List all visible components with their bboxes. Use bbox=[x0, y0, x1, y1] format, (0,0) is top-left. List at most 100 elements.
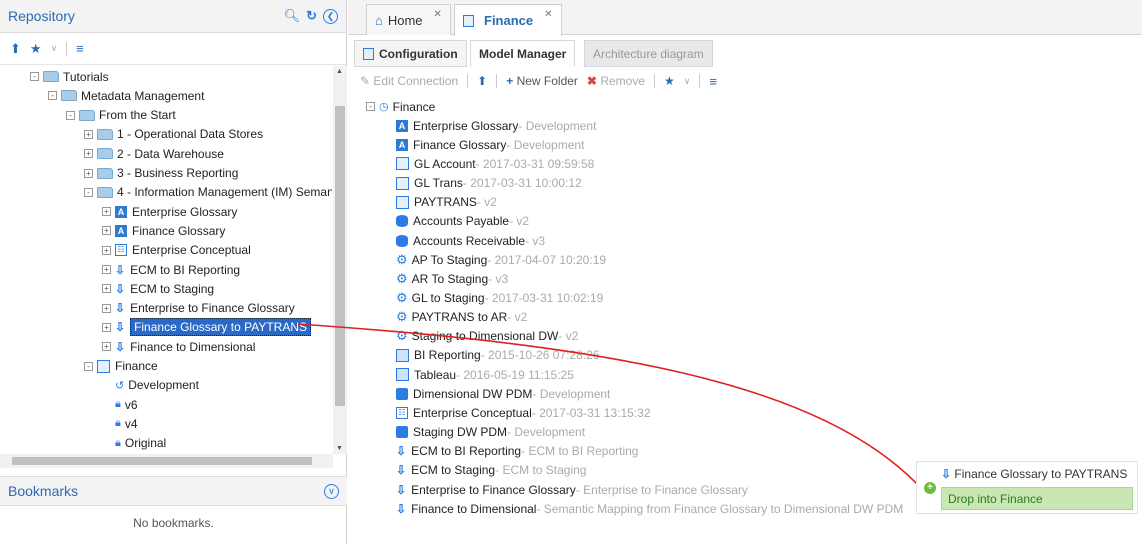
tree-item[interactable]: + A Finance Glossary bbox=[102, 221, 225, 240]
tab-finance[interactable]: Finance ✕ bbox=[454, 4, 562, 36]
tree-item[interactable]: +3 - Business Reporting bbox=[84, 164, 238, 183]
expand-icon[interactable]: + bbox=[84, 168, 93, 178]
model-item[interactable]: ⇩ ECM to Staging - ECM to Staging bbox=[396, 461, 586, 480]
tree-item[interactable]: + ☷ Enterprise Conceptual bbox=[102, 241, 251, 260]
tree-item[interactable]: + ⇩ ECM to BI Reporting bbox=[102, 260, 240, 279]
tab-model-manager[interactable]: Model Manager bbox=[470, 40, 576, 67]
tree-item[interactable]: - From the Start bbox=[66, 106, 176, 125]
expand-icon[interactable]: + bbox=[102, 245, 111, 255]
model-item[interactable]: Dimensional DW PDM - Development bbox=[396, 384, 610, 403]
vertical-scrollbar[interactable]: ▲ ▼ bbox=[333, 66, 347, 454]
tree-item[interactable]: +1 - Operational Data Stores bbox=[84, 125, 263, 144]
tree-item[interactable]: + ⇩ Finance to Dimensional bbox=[102, 337, 255, 356]
model-item[interactable]: Tableau - 2016-05-19 11:15:25 bbox=[396, 365, 574, 384]
collapse-panel-icon[interactable]: ❮ bbox=[323, 8, 338, 24]
collapse-icon[interactable]: - bbox=[30, 72, 39, 81]
scroll-down-arrow-icon[interactable]: ▼ bbox=[336, 445, 343, 452]
tree-item[interactable]: + ⇩ ECM to Staging bbox=[102, 279, 214, 298]
menu-icon[interactable]: ≡ bbox=[76, 41, 84, 56]
model-item[interactable]: GL Account - 2017-03-31 09:59:58 bbox=[396, 154, 594, 173]
model-item[interactable]: Accounts Receivable - v3 bbox=[396, 231, 545, 250]
model-item[interactable]: ⇩ ECM to BI Reporting - ECM to BI Reporti… bbox=[396, 442, 638, 461]
expand-icon[interactable]: + bbox=[102, 265, 111, 274]
tree-item[interactable]: 🔒︎ v6 bbox=[102, 395, 138, 414]
tree-item[interactable]: - Metadata Management bbox=[48, 86, 204, 105]
tab-model-manager-label: Model Manager bbox=[479, 46, 567, 61]
tab-home[interactable]: ⌂ Home ✕ bbox=[366, 4, 451, 35]
tab-configuration[interactable]: Configuration bbox=[354, 40, 467, 67]
collapse-icon[interactable]: - bbox=[84, 187, 93, 197]
tree-item[interactable]: ↺ Development bbox=[102, 376, 199, 395]
model-item[interactable]: ⚙ AR To Staging - v3 bbox=[396, 269, 508, 288]
tree-item-label: v4 bbox=[124, 416, 138, 431]
tree-item-label: Tutorials bbox=[63, 69, 109, 84]
expand-icon[interactable]: + bbox=[102, 342, 111, 352]
tab-home-label: Home bbox=[387, 12, 423, 28]
collapse-icon[interactable]: - bbox=[84, 361, 93, 371]
tree-item-label: Finance bbox=[115, 359, 158, 373]
refresh-icon[interactable]: ↻ bbox=[306, 8, 317, 24]
import-icon[interactable]: ⬆ bbox=[10, 41, 21, 57]
edit-connection-button[interactable]: ✎ Edit Connection bbox=[360, 74, 458, 88]
tree-item[interactable]: - Finance bbox=[84, 357, 158, 376]
chevron-down-icon[interactable]: ∨ bbox=[684, 76, 691, 87]
tree-item[interactable]: - 4 - Information Management (IM) Semanti… bbox=[84, 183, 332, 202]
horizontal-scrollbar[interactable] bbox=[0, 454, 333, 468]
drop-allowed-icon: + bbox=[924, 482, 936, 494]
model-item[interactable]: A Enterprise Glossary - Development bbox=[396, 116, 596, 135]
vertical-scroll-thumb[interactable] bbox=[335, 106, 345, 406]
remove-button[interactable]: ✖ Remove bbox=[587, 74, 645, 88]
tree-item[interactable]: - Tutorials bbox=[30, 67, 109, 86]
expand-icon[interactable]: + bbox=[84, 149, 93, 159]
expand-icon[interactable]: + bbox=[102, 322, 111, 332]
model-item[interactable]: ⇩ Finance to Dimensional - Semantic Mappi… bbox=[396, 499, 903, 518]
tree-item[interactable]: + ⇩ Finance Glossary to PAYTRANS bbox=[102, 318, 312, 337]
chevron-down-icon[interactable]: ∨ bbox=[51, 43, 58, 54]
model-item[interactable]: Accounts Payable - v2 bbox=[396, 212, 529, 231]
tree-item-label: 2 - Data Warehouse bbox=[117, 146, 224, 161]
tree-item[interactable]: 🔒︎ v4 bbox=[102, 414, 138, 433]
model-item[interactable]: ⚙ Staging to Dimensional DW - v2 bbox=[396, 327, 578, 346]
model-item[interactable]: GL Trans - 2017-03-31 10:00:12 bbox=[396, 174, 582, 193]
model-tree-root[interactable]: - ◷ Finance bbox=[366, 97, 435, 116]
bookmarks-header[interactable]: Bookmarks ∨ bbox=[0, 476, 347, 506]
new-folder-button[interactable]: + New Folder bbox=[506, 74, 578, 88]
folder-icon bbox=[61, 90, 77, 102]
favorites-star-icon[interactable]: ★ bbox=[30, 41, 42, 57]
tree-item[interactable]: + A Enterprise Glossary bbox=[102, 202, 237, 221]
model-item[interactable]: ⚙ PAYTRANS to AR - v2 bbox=[396, 308, 527, 327]
close-tab-finance-icon[interactable]: ✕ bbox=[544, 9, 552, 20]
scroll-up-arrow-icon[interactable]: ▲ bbox=[336, 68, 343, 75]
expand-icon[interactable]: + bbox=[102, 226, 111, 236]
tree-item[interactable]: +2 - Data Warehouse bbox=[84, 144, 224, 163]
tree-item[interactable]: 🔒︎ Original bbox=[102, 434, 166, 453]
model-item[interactable]: ⚙ AP To Staging - 2017-04-07 10:20:19 bbox=[396, 250, 606, 269]
expand-icon[interactable]: + bbox=[102, 303, 111, 313]
menu-icon[interactable]: ≡ bbox=[709, 74, 717, 89]
collapse-icon[interactable]: - bbox=[366, 102, 375, 111]
expand-icon[interactable]: + bbox=[84, 129, 93, 139]
model-item[interactable]: PAYTRANS - v2 bbox=[396, 193, 497, 212]
search-icon[interactable]: 🔍︎ bbox=[284, 8, 301, 24]
model-item[interactable]: ☷ Enterprise Conceptual - 2017-03-31 13:1… bbox=[396, 403, 651, 422]
collapse-icon[interactable]: - bbox=[66, 110, 75, 120]
horizontal-scroll-thumb[interactable] bbox=[12, 457, 312, 465]
model-item[interactable]: BI Reporting - 2015-10-26 07:28:26 bbox=[396, 346, 599, 365]
collapse-icon[interactable]: - bbox=[48, 91, 57, 101]
model-item[interactable]: ⚙ GL to Staging - 2017-03-31 10:02:19 bbox=[396, 289, 603, 308]
mapping-icon: ⇩ bbox=[115, 262, 126, 277]
favorites-star-icon[interactable]: ★ bbox=[664, 74, 675, 88]
model-item[interactable]: ⇩ Enterprise to Finance Glossary - Enterp… bbox=[396, 480, 748, 499]
tab-architecture-diagram[interactable]: Architecture diagram bbox=[584, 40, 713, 67]
model-item[interactable]: A Finance Glossary - Development bbox=[396, 135, 584, 154]
expand-icon[interactable]: + bbox=[102, 284, 111, 294]
expand-bookmarks-icon[interactable]: ∨ bbox=[324, 483, 339, 499]
expand-icon[interactable]: + bbox=[102, 207, 111, 217]
close-tab-home-icon[interactable]: ✕ bbox=[434, 9, 442, 20]
configuration-icon bbox=[463, 14, 474, 27]
table-model-icon bbox=[396, 157, 409, 171]
tree-item[interactable]: + ⇩ Enterprise to Finance Glossary bbox=[102, 299, 295, 318]
toolbar-separator bbox=[467, 74, 469, 88]
import-icon[interactable]: ⬆ bbox=[477, 74, 487, 88]
model-item[interactable]: Staging DW PDM - Development bbox=[396, 423, 585, 442]
